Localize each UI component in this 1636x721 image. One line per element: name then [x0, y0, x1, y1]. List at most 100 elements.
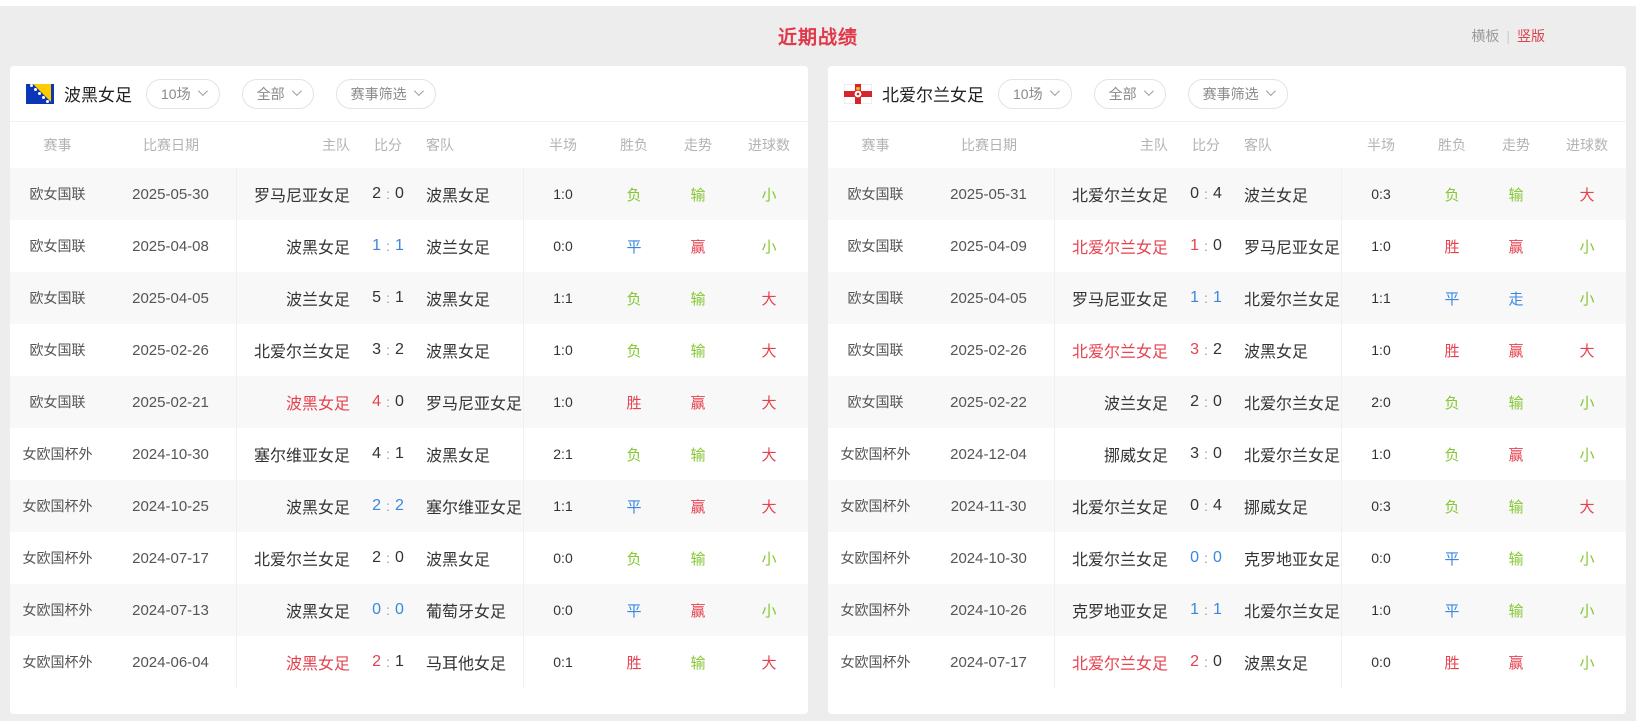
- match-date-cell: 2025-02-22: [923, 376, 1055, 428]
- match-row[interactable]: 欧女国联 2025-04-09 北爱尔兰女足 1 : 0 罗马尼亚女足 1:0 …: [828, 220, 1626, 272]
- score-colon: :: [386, 290, 390, 306]
- match-date-cell: 2025-02-21: [105, 376, 237, 428]
- score-cell: 0 : 4: [1178, 497, 1234, 515]
- home-team-name: 挪威女足: [1055, 442, 1178, 466]
- column-header-1: 比赛日期: [105, 135, 237, 155]
- halftime-score-cell: 0:0: [1342, 654, 1420, 670]
- trend-cell: 输: [1484, 184, 1548, 205]
- goals-over-under-cell: 小: [1548, 444, 1626, 465]
- column-header-0: 赛事: [828, 135, 923, 155]
- halftime-score-cell: 0:0: [1342, 550, 1420, 566]
- score-cell: 2 : 0: [1178, 653, 1234, 671]
- match-date-cell: 2024-06-04: [105, 636, 237, 688]
- result-cell: 负: [1420, 184, 1484, 205]
- home-score: 5: [372, 289, 381, 307]
- column-header-8: 进球数: [730, 135, 808, 155]
- score-cell: 3 : 0: [1178, 445, 1234, 463]
- away-score: 0: [395, 601, 404, 619]
- chevron-down-icon: [1050, 86, 1060, 96]
- away-team-name: 波黑女足: [416, 168, 524, 220]
- halftime-score-cell: 0:3: [1342, 498, 1420, 514]
- column-header-5: 半场: [524, 135, 602, 155]
- score-cell: 3 : 2: [360, 341, 416, 359]
- match-row[interactable]: 女欧国杯外 2024-10-30 北爱尔兰女足 0 : 0 克罗地亚女足 0:0…: [828, 532, 1626, 584]
- match-row[interactable]: 欧女国联 2025-04-08 波黑女足 1 : 1 波兰女足 0:0 平 赢 …: [10, 220, 808, 272]
- match-row[interactable]: 欧女国联 2025-02-26 北爱尔兰女足 3 : 2 波黑女足 1:0 负 …: [10, 324, 808, 376]
- trend-cell: 赢: [666, 392, 730, 413]
- match-row[interactable]: 女欧国杯外 2024-11-30 北爱尔兰女足 0 : 4 挪威女足 0:3 负…: [828, 480, 1626, 532]
- match-row[interactable]: 欧女国联 2025-02-21 波黑女足 4 : 0 罗马尼亚女足 1:0 胜 …: [10, 376, 808, 428]
- away-score: 1: [395, 445, 404, 463]
- score-colon: :: [386, 654, 390, 670]
- match-row[interactable]: 欧女国联 2025-02-22 波兰女足 2 : 0 北爱尔兰女足 2:0 负 …: [828, 376, 1626, 428]
- halftime-score-cell: 0:0: [524, 238, 602, 254]
- home-team-name: 克罗地亚女足: [1055, 598, 1178, 622]
- match-row[interactable]: 女欧国杯外 2024-10-30 塞尔维亚女足 4 : 1 波黑女足 2:1 负…: [10, 428, 808, 480]
- match-row[interactable]: 女欧国杯外 2024-10-25 波黑女足 2 : 2 塞尔维亚女足 1:1 平…: [10, 480, 808, 532]
- away-team-name: 罗马尼亚女足: [1234, 220, 1342, 272]
- score-cell: 3 : 2: [1178, 341, 1234, 359]
- score-cell: 1 : 1: [360, 237, 416, 255]
- scope-label: 全部: [257, 84, 285, 104]
- score-colon: :: [1204, 238, 1208, 254]
- match-row[interactable]: 欧女国联 2025-05-31 北爱尔兰女足 0 : 4 波兰女足 0:3 负 …: [828, 168, 1626, 220]
- match-row[interactable]: 欧女国联 2025-04-05 罗马尼亚女足 1 : 1 北爱尔兰女足 1:1 …: [828, 272, 1626, 324]
- home-team-name: 波兰女足: [237, 286, 360, 310]
- goals-over-under-cell: 大: [1548, 184, 1626, 205]
- competition-cell: 女欧国杯外: [828, 652, 923, 672]
- scope-dropdown[interactable]: 全部: [242, 79, 314, 109]
- team-header: 波黑女足 10场 全部 赛事筛选: [10, 66, 808, 122]
- matches-count-dropdown[interactable]: 10场: [146, 79, 220, 109]
- competition-filter-dropdown[interactable]: 赛事筛选: [1188, 79, 1288, 109]
- vertical-view-link[interactable]: 竖版: [1517, 26, 1545, 46]
- competition-filter-label: 赛事筛选: [1203, 84, 1259, 104]
- away-team-name: 北爱尔兰女足: [1234, 376, 1342, 428]
- match-row[interactable]: 欧女国联 2025-02-26 北爱尔兰女足 3 : 2 波黑女足 1:0 胜 …: [828, 324, 1626, 376]
- halftime-score-cell: 1:1: [524, 498, 602, 514]
- horizontal-view-link[interactable]: 横板: [1471, 26, 1499, 46]
- competition-cell: 欧女国联: [828, 184, 923, 204]
- column-header-2: 主队: [237, 135, 360, 155]
- result-cell: 负: [602, 444, 666, 465]
- match-rows: 欧女国联 2025-05-30 罗马尼亚女足 2 : 0 波黑女足 1:0 负 …: [10, 168, 808, 688]
- result-cell: 胜: [602, 392, 666, 413]
- trend-cell: 走: [1484, 288, 1548, 309]
- away-score: 0: [395, 393, 404, 411]
- match-rows: 欧女国联 2025-05-31 北爱尔兰女足 0 : 4 波兰女足 0:3 负 …: [828, 168, 1626, 688]
- score-cell: 0 : 4: [1178, 185, 1234, 203]
- away-score: 1: [395, 237, 404, 255]
- home-team-name: 北爱尔兰女足: [237, 338, 360, 362]
- score-colon: :: [386, 498, 390, 514]
- scope-dropdown[interactable]: 全部: [1094, 79, 1166, 109]
- home-team-name: 北爱尔兰女足: [1055, 546, 1178, 570]
- match-date-cell: 2024-10-30: [923, 532, 1055, 584]
- match-date-cell: 2025-02-26: [105, 324, 237, 376]
- match-row[interactable]: 女欧国杯外 2024-12-04 挪威女足 3 : 0 北爱尔兰女足 1:0 负…: [828, 428, 1626, 480]
- match-row[interactable]: 女欧国杯外 2024-06-04 波黑女足 2 : 1 马耳他女足 0:1 胜 …: [10, 636, 808, 688]
- table-column-header: 赛事比赛日期主队比分客队半场胜负走势进球数: [10, 122, 808, 168]
- competition-filter-dropdown[interactable]: 赛事筛选: [336, 79, 436, 109]
- away-team-name: 波黑女足: [416, 272, 524, 324]
- match-row[interactable]: 欧女国联 2025-05-30 罗马尼亚女足 2 : 0 波黑女足 1:0 负 …: [10, 168, 808, 220]
- matches-count-dropdown[interactable]: 10场: [998, 79, 1072, 109]
- score-colon: :: [1204, 550, 1208, 566]
- panels-container: 波黑女足 10场 全部 赛事筛选 赛事比赛日期主队比分客队半场胜负走势进球数 欧…: [0, 66, 1636, 714]
- match-row[interactable]: 女欧国杯外 2024-07-17 北爱尔兰女足 2 : 0 波黑女足 0:0 负…: [10, 532, 808, 584]
- chevron-down-icon: [292, 86, 302, 96]
- match-date-cell: 2025-04-08: [105, 220, 237, 272]
- competition-cell: 欧女国联: [10, 236, 105, 256]
- competition-cell: 欧女国联: [828, 392, 923, 412]
- match-row[interactable]: 女欧国杯外 2024-07-17 北爱尔兰女足 2 : 0 波黑女足 0:0 胜…: [828, 636, 1626, 688]
- match-row[interactable]: 女欧国杯外 2024-10-26 克罗地亚女足 1 : 1 北爱尔兰女足 1:0…: [828, 584, 1626, 636]
- home-team-name: 北爱尔兰女足: [1055, 494, 1178, 518]
- home-team-name: 波黑女足: [237, 234, 360, 258]
- match-row[interactable]: 欧女国联 2025-04-05 波兰女足 5 : 1 波黑女足 1:1 负 输 …: [10, 272, 808, 324]
- halftime-score-cell: 1:0: [524, 186, 602, 202]
- score-colon: :: [1204, 446, 1208, 462]
- halftime-score-cell: 1:1: [524, 290, 602, 306]
- match-date-cell: 2024-10-30: [105, 428, 237, 480]
- goals-over-under-cell: 小: [730, 184, 808, 205]
- away-score: 2: [1213, 341, 1222, 359]
- match-row[interactable]: 女欧国杯外 2024-07-13 波黑女足 0 : 0 葡萄牙女足 0:0 平 …: [10, 584, 808, 636]
- halftime-score-cell: 1:0: [524, 394, 602, 410]
